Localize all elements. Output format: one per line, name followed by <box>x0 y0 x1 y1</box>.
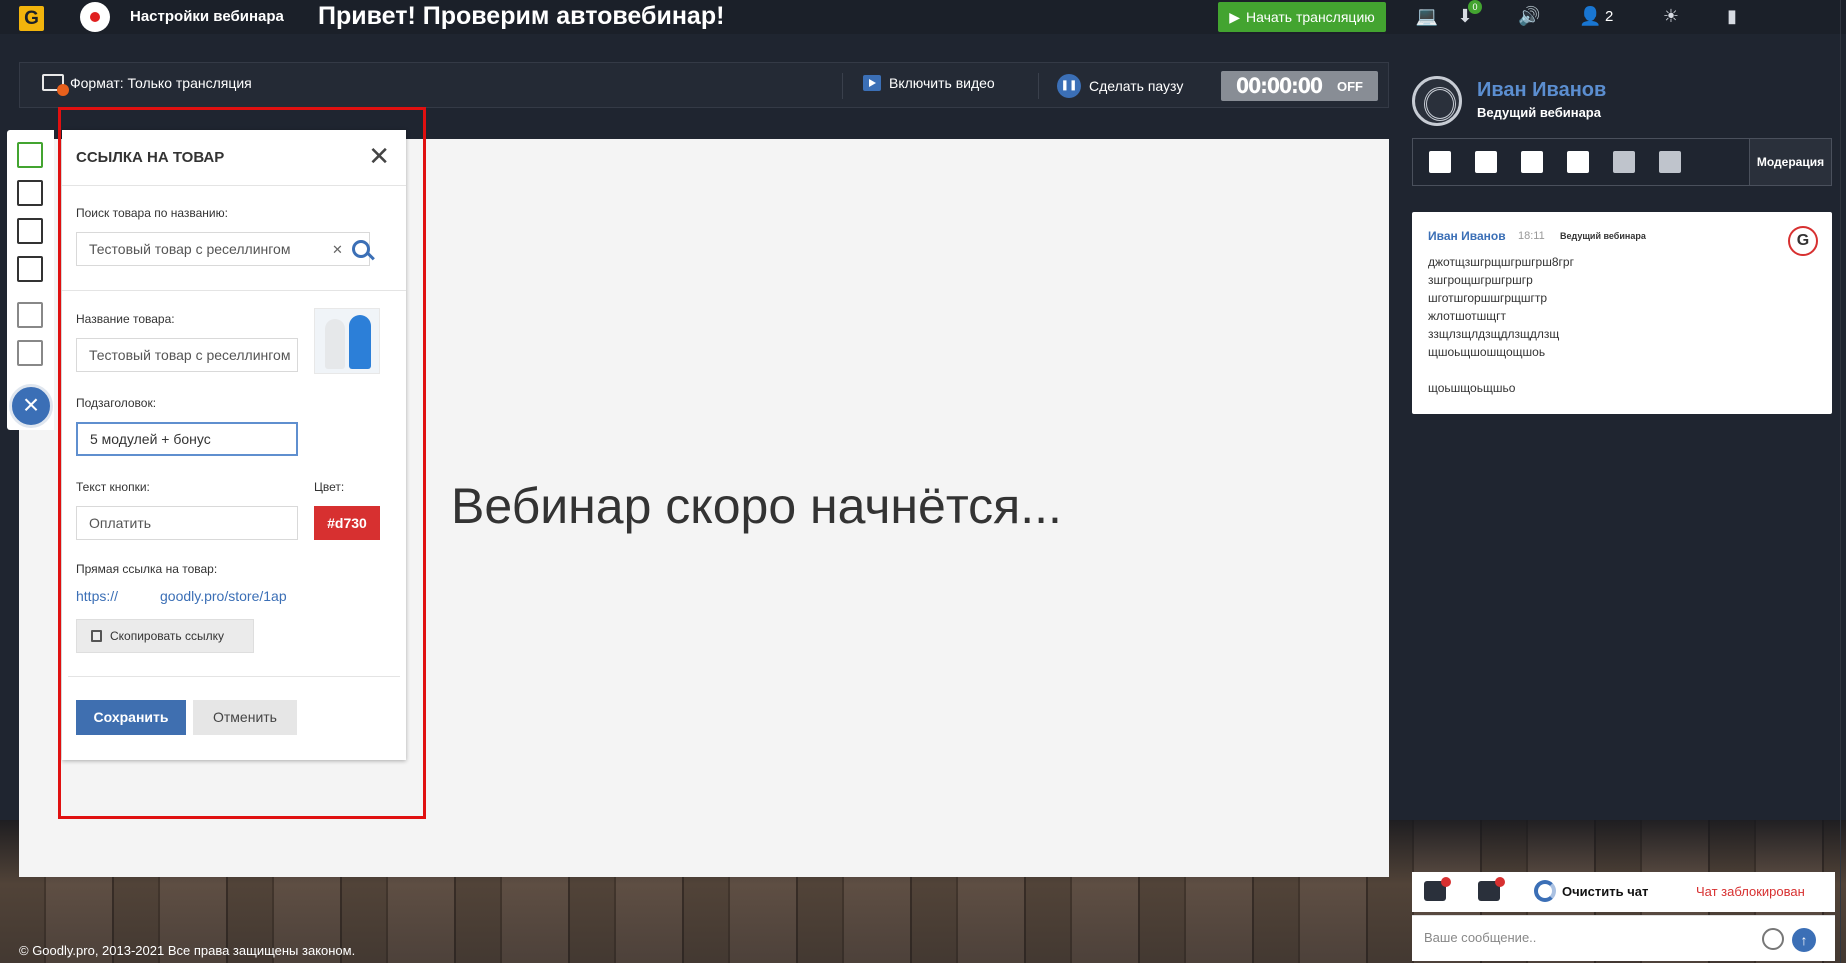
note-icon[interactable] <box>1475 151 1497 173</box>
message-line: ззщлзщлдзщдлзщдлзщ <box>1428 327 1560 341</box>
start-broadcast-label: Начать трансляцию <box>1246 9 1375 25</box>
message-line: щоьшщоьщшьо <box>1428 381 1516 395</box>
send-icon[interactable]: ↑ <box>1792 928 1816 952</box>
volume-icon[interactable]: 🔊 <box>1518 6 1540 28</box>
left-toolbar: × <box>7 130 54 430</box>
broadcast-format-icon <box>42 74 69 96</box>
host-avatar <box>1412 76 1462 126</box>
close-tools-icon[interactable]: × <box>9 384 53 428</box>
footer-copyright: © Goodly.pro, 2013-2021 Все права защище… <box>19 943 356 958</box>
moderation-tab[interactable]: Модерация <box>1749 139 1831 185</box>
pause-icon: ❚❚ <box>1057 74 1081 98</box>
pause-label: Сделать паузу <box>1089 78 1184 94</box>
laptop-icon[interactable]: 💻 <box>1414 6 1440 28</box>
message-line: жлотшотшщгт <box>1428 309 1506 323</box>
message-time: 18:11 <box>1518 230 1545 242</box>
top-bar: G Настройки вебинара Привет! Проверим ав… <box>0 0 1846 34</box>
block-links-icon[interactable] <box>1478 877 1505 901</box>
user-icon[interactable]: 👤 <box>1579 6 1601 28</box>
book-icon[interactable] <box>17 180 43 206</box>
start-broadcast-button[interactable]: ▶ Начать трансляцию <box>1218 2 1386 32</box>
format-label: Формат: Только трансляция <box>70 74 252 91</box>
viewers-count: 2 <box>1605 8 1614 25</box>
page-title: Привет! Проверим автовебинар! <box>318 2 725 30</box>
goodly-logo[interactable]: G <box>19 6 44 31</box>
chat-tools-strip: Модерация <box>1412 138 1832 186</box>
divider <box>1038 73 1039 99</box>
timer-state: OFF <box>1337 78 1363 94</box>
split-icon[interactable] <box>1613 151 1635 173</box>
chat-locked-toggle[interactable]: Чат заблокирован <box>1696 884 1805 899</box>
format-indicator[interactable]: Формат: Только трансляция <box>42 74 252 96</box>
message-role: Ведущий вебинара <box>1560 231 1646 241</box>
ruler-icon[interactable] <box>1567 151 1589 173</box>
message-line: щшоьщшошщощшоь <box>1428 345 1546 359</box>
emoji-icon[interactable] <box>1762 928 1784 950</box>
message-line: зшгрощшгршгршгр <box>1428 273 1533 287</box>
product-link-tool-icon[interactable] <box>17 142 43 168</box>
webinar-settings-link[interactable]: Настройки вебинара <box>130 8 284 25</box>
highlight-frame <box>58 107 426 819</box>
presentation-icon[interactable] <box>17 256 43 282</box>
broadcast-timer[interactable]: 00:00:00 OFF <box>1221 71 1378 101</box>
image-icon[interactable] <box>1521 151 1543 173</box>
notification-badge: 0 <box>1468 0 1482 14</box>
divider <box>842 73 843 99</box>
timer-value: 00:00:00 <box>1236 74 1323 98</box>
chat-message: Иван Иванов 18:11 Ведущий вебинара G джо… <box>1412 212 1832 414</box>
scrollbar[interactable] <box>1840 0 1841 963</box>
add-page-icon[interactable] <box>1429 151 1451 173</box>
message-line: джотщзшгрщшгршгрш8грг <box>1428 255 1574 269</box>
pause-button[interactable]: ❚❚ Сделать паузу <box>1057 74 1183 98</box>
broadcast-control-bar: Формат: Только трансляция Включить видео… <box>19 62 1389 108</box>
edit-document-icon[interactable] <box>17 302 43 328</box>
play-icon: ▶ <box>1229 8 1240 25</box>
goodly-badge-icon: G <box>1788 226 1818 256</box>
refresh-icon[interactable] <box>1534 880 1556 902</box>
mute-chat-icon[interactable] <box>1424 877 1451 901</box>
exit-door-icon[interactable]: ▮ <box>1723 6 1741 28</box>
host-name: Иван Иванов <box>1477 79 1607 101</box>
info-document-icon[interactable] <box>17 340 43 366</box>
host-role: Ведущий вебинара <box>1477 105 1601 120</box>
stage-message: Вебинар скоро начнётся... <box>451 478 1062 534</box>
image-icon[interactable] <box>17 218 43 244</box>
video-icon <box>863 75 881 91</box>
disabled-dot <box>1495 877 1505 887</box>
webinar-settings-icon[interactable] <box>80 2 110 32</box>
enable-video-button[interactable]: Включить видео <box>863 75 995 91</box>
message-author[interactable]: Иван Иванов <box>1428 229 1506 243</box>
chat-actions-bar: Очистить чат Чат заблокирован <box>1412 872 1835 912</box>
clear-chat-button[interactable]: Очистить чат <box>1562 884 1648 899</box>
enable-video-label: Включить видео <box>889 75 995 91</box>
disabled-dot <box>1441 877 1451 887</box>
question-icon[interactable] <box>1659 151 1681 173</box>
weather-icon[interactable]: ☀ <box>1659 6 1683 28</box>
message-line: шготшгоршшгрщшгтр <box>1428 291 1548 305</box>
